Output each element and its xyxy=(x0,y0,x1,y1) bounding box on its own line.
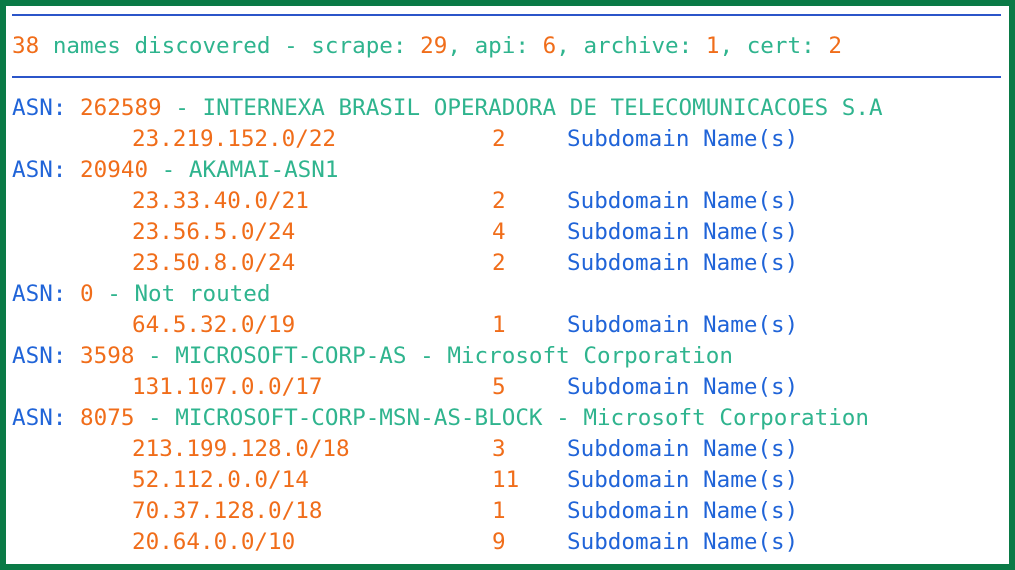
subdomain-suffix: Subdomain Name(s) xyxy=(567,529,799,555)
asn-number: 8075 xyxy=(80,405,135,431)
subdomain-suffix: Subdomain Name(s) xyxy=(567,374,799,400)
netblock-row: 131.107.0.0/17 5 Subdomain Name(s) xyxy=(12,372,883,403)
source-count-cert: 2 xyxy=(828,33,842,59)
source-count-scrape: 29 xyxy=(420,33,448,59)
subdomain-count: 1 xyxy=(492,498,506,524)
asn-label: ASN: xyxy=(12,405,67,431)
asn-header: ASN: 20940 - AKAMAI-ASN1 xyxy=(12,155,883,186)
total-count: 38 xyxy=(12,33,40,59)
subdomain-suffix: Subdomain Name(s) xyxy=(567,436,799,462)
subdomain-suffix: Subdomain Name(s) xyxy=(567,498,799,524)
subdomain-count: 4 xyxy=(492,219,506,245)
asn-header: ASN: 8075 - MICROSOFT-CORP-MSN-AS-BLOCK … xyxy=(12,403,883,434)
asn-header: ASN: 0 - Not routed xyxy=(12,279,883,310)
netblock-row: 23.50.8.0/24 2 Subdomain Name(s) xyxy=(12,248,883,279)
netblock-row: 23.33.40.0/21 2 Subdomain Name(s) xyxy=(12,186,883,217)
source-label-archive: archive xyxy=(583,33,679,59)
asn-name: Not routed xyxy=(134,281,271,307)
subdomain-suffix: Subdomain Name(s) xyxy=(567,188,799,214)
top-divider xyxy=(12,14,1001,16)
asn-table: ASN: 262589 - INTERNEXA BRASIL OPERADORA… xyxy=(12,93,883,558)
subdomain-count: 1 xyxy=(492,312,506,338)
asn-name: AKAMAI-ASN1 xyxy=(188,157,339,183)
netblock-cidr: 131.107.0.0/17 xyxy=(132,374,323,400)
source-count-archive: 1 xyxy=(705,33,720,59)
source-count-api: 6 xyxy=(542,33,557,59)
netblock-cidr: 52.112.0.0/14 xyxy=(132,467,309,493)
netblock-row: 64.5.32.0/19 1 Subdomain Name(s) xyxy=(12,310,883,341)
subdomain-suffix: Subdomain Name(s) xyxy=(567,126,799,152)
asn-label: ASN: xyxy=(12,95,67,121)
netblock-cidr: 213.199.128.0/18 xyxy=(132,436,350,462)
asn-name: INTERNEXA BRASIL OPERADORA DE TELECOMUNI… xyxy=(202,95,883,121)
netblock-cidr: 70.37.128.0/18 xyxy=(132,498,323,524)
summary-text: names discovered xyxy=(52,33,271,59)
subdomain-suffix: Subdomain Name(s) xyxy=(567,312,799,338)
discovery-summary: 38 names discovered - scrape: 29, api: 6… xyxy=(12,33,842,59)
netblock-row: 23.219.152.0/22 2 Subdomain Name(s) xyxy=(12,124,883,155)
asn-header: ASN: 3598 - MICROSOFT-CORP-AS - Microsof… xyxy=(12,341,883,372)
source-label-api: api xyxy=(474,33,516,59)
asn-label: ASN: xyxy=(12,157,67,183)
subdomain-suffix: Subdomain Name(s) xyxy=(567,250,799,276)
subdomain-count: 9 xyxy=(492,529,506,555)
subdomain-count: 2 xyxy=(492,250,506,276)
subdomain-suffix: Subdomain Name(s) xyxy=(567,219,799,245)
asn-number: 3598 xyxy=(80,343,135,369)
subdomain-count: 11 xyxy=(492,467,520,493)
asn-name: MICROSOFT-CORP-MSN-AS-BLOCK - Microsoft … xyxy=(175,405,869,431)
source-label-cert: cert xyxy=(746,33,802,59)
netblock-cidr: 64.5.32.0/19 xyxy=(132,312,296,338)
bottom-divider xyxy=(12,76,1001,78)
asn-label: ASN: xyxy=(12,281,67,307)
terminal-window: 38 names discovered - scrape: 29, api: 6… xyxy=(6,6,1009,564)
netblock-cidr: 23.50.8.0/24 xyxy=(132,250,296,276)
asn-number: 20940 xyxy=(80,157,149,183)
source-label-scrape: scrape xyxy=(311,33,393,59)
asn-name: MICROSOFT-CORP-AS - Microsoft Corporatio… xyxy=(175,343,733,369)
netblock-row: 52.112.0.0/14 11 Subdomain Name(s) xyxy=(12,465,883,496)
asn-number: 262589 xyxy=(80,95,162,121)
netblock-row: 23.56.5.0/24 4 Subdomain Name(s) xyxy=(12,217,883,248)
subdomain-count: 5 xyxy=(492,374,506,400)
netblock-cidr: 23.219.152.0/22 xyxy=(132,126,337,152)
asn-number: 0 xyxy=(80,281,94,307)
subdomain-count: 2 xyxy=(492,188,506,214)
asn-header: ASN: 262589 - INTERNEXA BRASIL OPERADORA… xyxy=(12,93,883,124)
subdomain-count: 2 xyxy=(492,126,506,152)
netblock-cidr: 23.56.5.0/24 xyxy=(132,219,296,245)
netblock-cidr: 20.64.0.0/10 xyxy=(132,529,296,555)
subdomain-suffix: Subdomain Name(s) xyxy=(567,467,799,493)
netblock-row: 20.64.0.0/10 9 Subdomain Name(s) xyxy=(12,527,883,558)
netblock-cidr: 23.33.40.0/21 xyxy=(132,188,309,214)
subdomain-count: 3 xyxy=(492,436,506,462)
asn-label: ASN: xyxy=(12,343,67,369)
netblock-row: 70.37.128.0/18 1 Subdomain Name(s) xyxy=(12,496,883,527)
netblock-row: 213.199.128.0/18 3 Subdomain Name(s) xyxy=(12,434,883,465)
